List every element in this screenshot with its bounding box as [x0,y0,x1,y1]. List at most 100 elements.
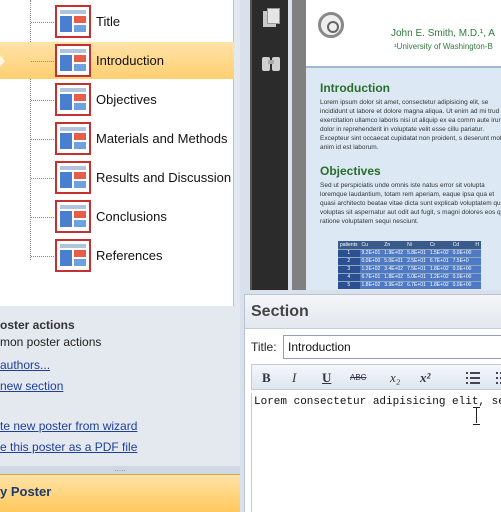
section-title-input[interactable] [283,335,501,359]
table-cell: 9.2E+01 [359,248,383,257]
table-row: 4 6.7E+01 1.8E+02 5.0E+01 1.2E+02 0.0E+0… [338,272,482,281]
poster-section-icon [55,83,91,116]
italic-button[interactable]: I [292,370,296,386]
panel-splitter[interactable]: ..... [0,465,240,474]
edit-authors-link[interactable]: authors... [0,358,50,372]
bold-button[interactable]: B [262,370,271,386]
poster-section-text: Lorem ipsum dolor sit amet, consectetur … [320,99,501,151]
tree-item-objectives[interactable]: Objectives [0,81,234,118]
table-header: Cd [450,241,474,249]
numbered-list-icon[interactable] [496,371,501,385]
tree-item-label: Results and Discussion [96,170,232,185]
save-poster-as-pdf-link[interactable]: e this poster as a PDF file [0,440,137,454]
poster-section-icon [55,5,91,38]
add-new-section-link[interactable]: new section [0,379,63,393]
text-cursor-icon [473,407,481,425]
tree-item-label: Introduction [96,53,164,68]
tree-item-conclusions[interactable]: Conclusions [0,198,234,235]
table-cell: 1.5E+02 [427,248,451,257]
poster-section-icon [55,239,91,272]
table-cell [473,256,482,265]
tree-branch [31,22,54,23]
table-cell: 0.0E+00 [359,256,383,265]
tree-item-label: Materials and Methods [96,131,228,146]
table-cell: 7.5E+01 [405,264,428,273]
table-row: 1 9.2E+01 1.9E+02 5.8E+01 1.5E+02 0.0E+0… [338,248,482,257]
superscript-button[interactable]: x² [420,370,430,386]
create-poster-from-wizard-link[interactable]: te new poster from wizard [0,419,137,433]
my-poster-tab-label: y Poster [0,484,52,499]
table-cell [473,248,482,257]
poster-section-icon [55,122,91,155]
table-cell [473,272,482,281]
poster-section-icon [55,44,91,77]
table-header: Cr [427,241,451,249]
table-header: patients [338,241,360,249]
strikethrough-button[interactable]: ABC [350,373,366,382]
table-cell [473,264,482,273]
title-label: Title: [251,340,277,354]
table-header: H [473,241,482,249]
poster-affiliation: ¹University of Washington-B [394,42,493,51]
table-header: Cu [359,241,383,249]
table-cell: 1.2E+02 [427,272,451,281]
poster-section-icon [55,161,91,194]
table-cell: 1 [338,248,360,257]
table-header: Zn [382,241,406,249]
underline-button[interactable]: U [322,370,331,386]
tree-item-references[interactable]: References [0,237,234,274]
binoculars-icon[interactable] [260,52,282,74]
table-cell: 7.5E+0 [450,256,474,265]
poster-section-text: Sed ut perspiciatis unde omnis iste natu… [320,182,501,225]
formatting-toolbar: B I U ABC x₂ x² [251,364,501,390]
my-poster-tab[interactable]: y Poster [0,474,240,512]
tree-item-title[interactable]: Title [0,3,234,40]
table-cell: 1.8E+02 [427,280,451,289]
bullet-list-icon[interactable] [466,371,480,385]
poster-actions-title: oster actions [0,318,75,332]
poster-author: John E. Smith, M.D.¹, A [391,28,495,39]
poster-header: John E. Smith, M.D.¹, A ¹University of W… [306,0,501,68]
tree-branch [31,61,54,62]
table-cell: 1.8E+02 [427,264,451,273]
table-cell: 0.0E+00 [450,248,474,257]
poster-section-heading: Introduction [320,81,390,95]
tree-item-label: Objectives [96,92,157,107]
table-cell: 1.2E+02 [359,264,383,273]
section-panel-title: Section [251,303,309,320]
tree-item-introduction[interactable]: Introduction [0,42,234,79]
poster-section-icon [55,200,91,233]
tree-branch [31,178,54,179]
tree-item-results-and-discussion[interactable]: Results and Discussion [0,159,234,196]
selection-arrow-icon [0,55,5,67]
table-cell: 3.4E+02 [382,264,406,273]
table-row: 2 0.0E+00 5.0E+01 2.5E+01 6.7E+01 7.5E+0 [338,256,482,265]
table-cell: 0.0E+00 [450,272,474,281]
university-logo [318,12,344,38]
section-panel-header: Section [245,295,501,329]
tree-branch [31,217,54,218]
poster-preview: John E. Smith, M.D.¹, A ¹University of W… [292,0,501,290]
tree-item-label: Title [96,14,121,29]
table-header: Ni [405,241,428,249]
subscript-button[interactable]: x₂ [390,370,400,386]
tree-item-label: Conclusions [96,209,167,224]
table-cell: 0.0E+00 [450,280,474,289]
table-cell: 3.9E+02 [382,280,406,289]
table-cell: 6.7E+01 [405,280,428,289]
section-tree: Title Introduction Objectives Materials … [0,0,234,306]
table-cell: 4 [338,272,360,281]
tree-branch [31,139,54,140]
section-body-editor[interactable]: Lorem consectetur adipisicing elit, sed [251,393,501,512]
table-cell: 1.8E+02 [382,272,406,281]
table-row: 3 1.2E+02 3.4E+02 7.5E+01 1.8E+02 0.0E+0… [338,264,482,273]
table-cell [473,280,482,289]
tree-item-materials-and-methods[interactable]: Materials and Methods [0,120,234,157]
table-cell: 1.9E+02 [382,248,406,257]
tree-branch [31,256,54,257]
table-cell: 0.0E+00 [450,264,474,273]
table-cell: 2 [338,256,360,265]
pages-icon[interactable] [260,7,282,29]
table-cell: 6.7E+01 [359,272,383,281]
poster-section-heading: Objectives [320,164,381,178]
